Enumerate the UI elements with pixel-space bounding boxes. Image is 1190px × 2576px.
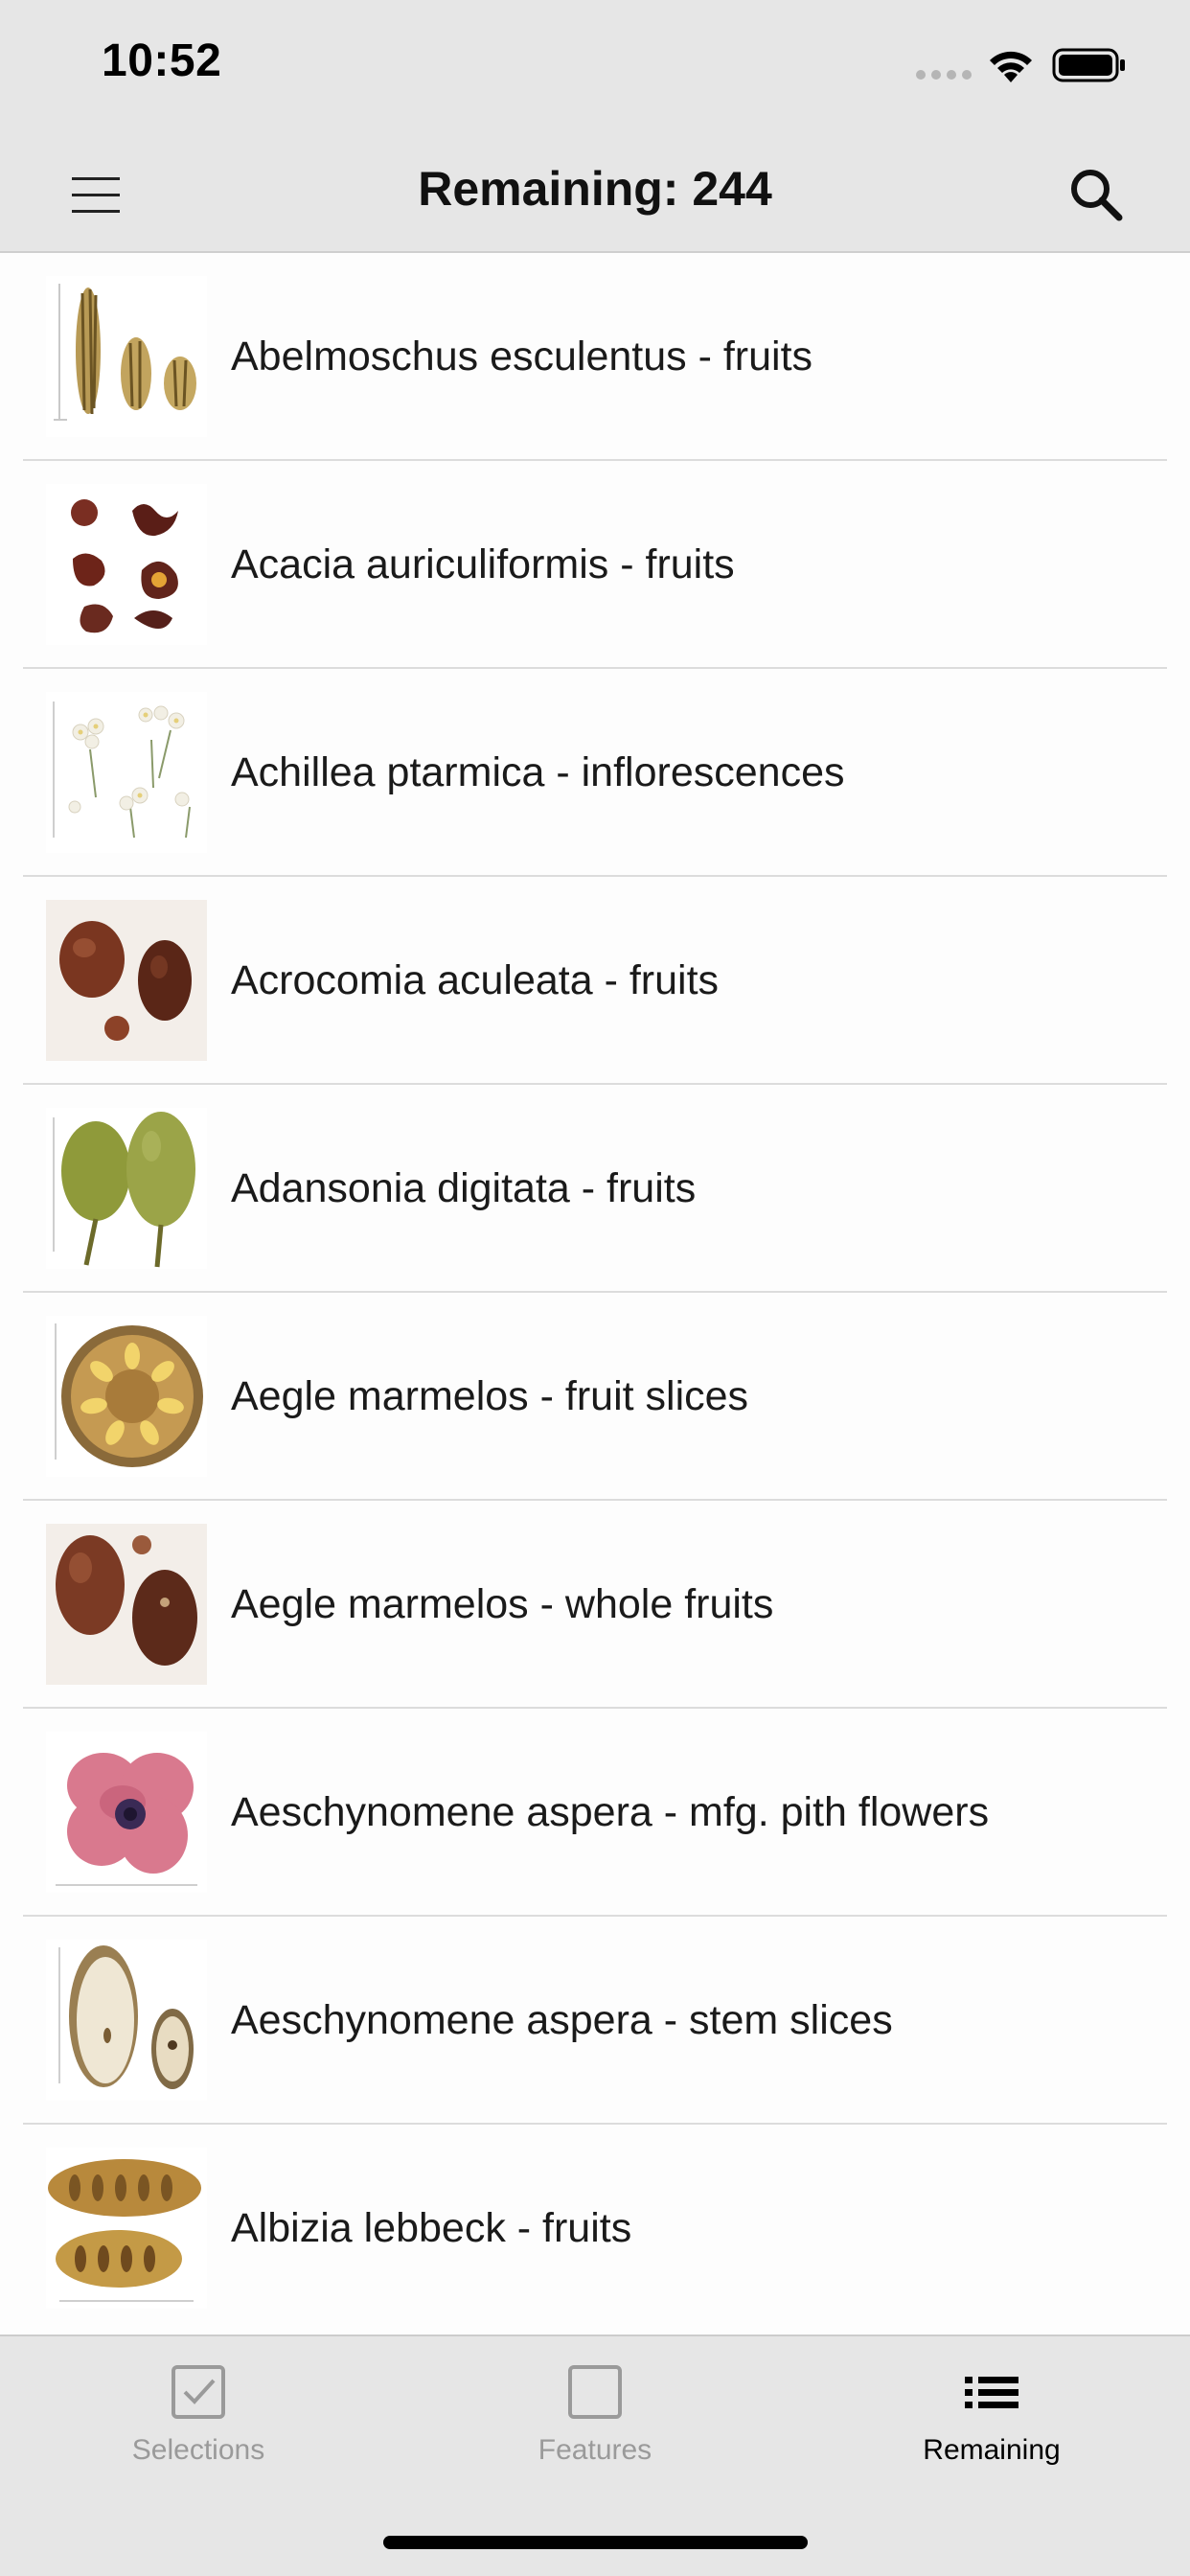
list-icon [965,2377,1018,2408]
item-label: Achillea ptarmica - inflorescences [231,749,845,795]
item-label: Aegle marmelos - fruit slices [231,1373,749,1419]
item-label: Aegle marmelos - whole fruits [231,1581,774,1627]
home-indicator[interactable] [383,2536,808,2549]
tab-remaining[interactable]: Remaining [793,2354,1190,2497]
list-item[interactable]: Achillea ptarmica - inflorescences [0,669,1190,877]
status-time: 10:52 [102,35,222,86]
whole-fruits-thumbnail [46,1524,207,1685]
tab-features[interactable]: Features [397,2354,793,2497]
stem-slices-thumbnail [46,1940,207,2101]
item-label: Aeschynomene aspera - mfg. pith flowers [231,1789,990,1835]
list-item[interactable]: Acrocomia aculeata - fruits [0,877,1190,1085]
tab-label: Selections [131,2434,265,2466]
list-item[interactable]: Albizia lebbeck - fruits [0,2125,1190,2333]
green-pods-thumbnail [46,1108,207,1269]
item-label: Abelmoschus esculentus - fruits [231,334,813,380]
screen: 10:52 Remaining: 244 Abelmoschus esculen… [0,0,1190,2576]
item-label: Aeschynomene aspera - stem slices [231,1997,893,2043]
item-label: Acrocomia aculeata - fruits [231,957,720,1003]
white-flowers-thumbnail [46,692,207,853]
list-item[interactable]: Acacia auriculiformis - fruits [0,461,1190,669]
list-item[interactable]: Aegle marmelos - whole fruits [0,1501,1190,1709]
battery-icon [1052,48,1125,82]
cellular-signal-icon [916,70,972,80]
status-bar: 10:52 [0,0,1190,134]
search-icon [1071,170,1123,221]
fruit-slice-thumbnail [46,1316,207,1477]
twisted-pods-thumbnail [46,484,207,645]
checkbox-checked-icon [172,2365,225,2419]
list-item[interactable]: Aeschynomene aspera - stem slices [0,1917,1190,2125]
item-label: Acacia auriculiformis - fruits [231,541,735,587]
tab-selections[interactable]: Selections [0,2354,397,2497]
list-item[interactable]: Aeschynomene aspera - mfg. pith flowers [0,1709,1190,1917]
item-label: Albizia lebbeck - fruits [231,2205,632,2251]
tab-label: Features [538,2434,652,2466]
wifi-icon [990,51,1032,82]
flat-pods-thumbnail [46,2148,207,2309]
search-button[interactable] [1058,159,1134,230]
item-label: Adansonia digitata - fruits [231,1165,697,1211]
checkbox-empty-icon [568,2365,622,2419]
page-title: Remaining: 244 [418,162,772,216]
list-item[interactable]: Abelmoschus esculentus - fruits [0,253,1190,461]
list-item[interactable]: Aegle marmelos - fruit slices [0,1293,1190,1501]
brown-fruits-thumbnail [46,900,207,1061]
pink-flower-thumbnail [46,1732,207,1893]
navigation-bar: Remaining: 244 [0,134,1190,253]
okra-pods-thumbnail [46,276,207,437]
species-list[interactable]: Abelmoschus esculentus - fruits Acacia a… [0,253,1190,2334]
tab-label: Remaining [923,2434,1061,2466]
list-item[interactable]: Adansonia digitata - fruits [0,1085,1190,1293]
